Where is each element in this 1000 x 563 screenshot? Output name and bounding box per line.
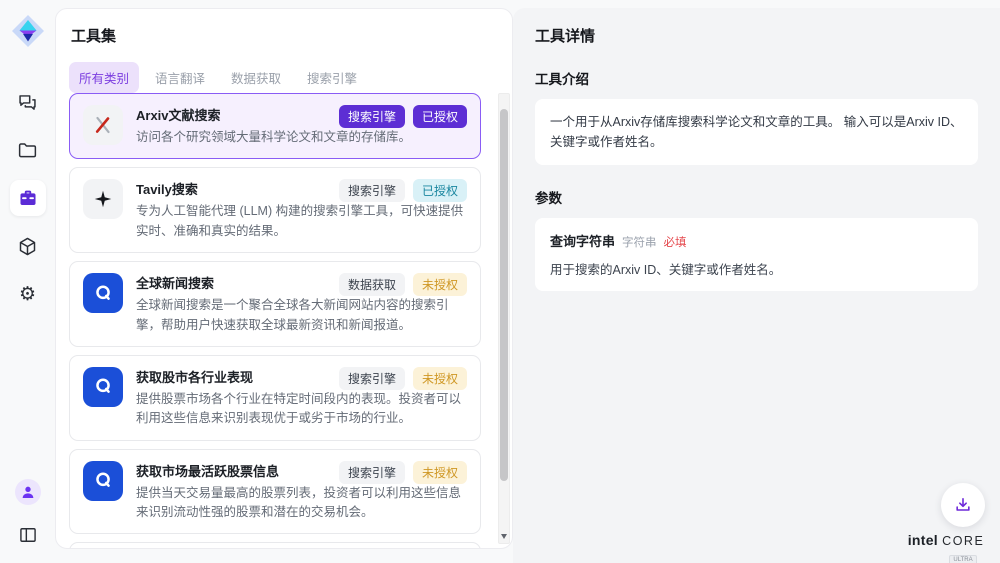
- star-icon: [92, 188, 114, 210]
- intel-core-word: core: [942, 534, 984, 548]
- download-icon: [953, 495, 973, 515]
- category-badge: 搜索引擎: [339, 179, 405, 202]
- tool-card-regional-news-query[interactable]: 万维地区新闻查询 查询具体行政区划内的新闻，快速了解各地新闻动 搜索引擎 未授权: [69, 542, 481, 548]
- intro-text: 一个用于从Arxiv存储库搜索科学论文和文章的工具。 输入可以是Arxiv ID…: [550, 112, 963, 152]
- auth-status-badge: 未授权: [413, 367, 467, 390]
- category-tabs: 所有类别语言翻译数据获取搜索引擎: [69, 62, 367, 93]
- param-card: 查询字符串 字符串 必填 用于搜索的Arxiv ID、关键字或作者姓名。: [535, 218, 978, 291]
- params-heading: 参数: [535, 187, 978, 207]
- tool-card-list: Arxiv文献搜索 访问各个研究领域大量科学论文和文章的存储库。 搜索引擎 已授…: [69, 93, 481, 548]
- app-logo-icon: [9, 12, 47, 50]
- tool-card-stock-sector-performance[interactable]: 获取股市各行业表现 提供股票市场各个行业在特定时间段内的表现。投资者可以利用这些…: [69, 355, 481, 441]
- news-q-icon: [92, 469, 115, 492]
- auth-status-badge: 已授权: [413, 105, 467, 128]
- auth-status-badge: 未授权: [413, 461, 467, 484]
- tool-description: 提供当天交易量最高的股票列表，投资者可以利用这些信息来识别流动性强的股票和潜在的…: [136, 484, 467, 523]
- sidebar: ⚙: [0, 0, 55, 563]
- folder-icon[interactable]: [10, 132, 46, 168]
- scroll-down-icon[interactable]: [499, 530, 509, 542]
- intel-ultra-badge: ultra: [949, 555, 976, 563]
- auth-status-badge: 未授权: [413, 273, 467, 296]
- intel-core-logo: intel core ultra: [904, 532, 988, 563]
- toolbox-icon[interactable]: [10, 180, 46, 216]
- tool-description: 专为人工智能代理 (LLM) 构建的搜索引擎工具，可快速提供实时、准确和真实的结…: [136, 202, 467, 241]
- tab-language-translation[interactable]: 语言翻译: [145, 62, 215, 93]
- user-avatar[interactable]: [15, 479, 41, 505]
- param-required-badge: 必填: [664, 234, 687, 250]
- tool-list-panel: 工具集 所有类别语言翻译数据获取搜索引擎 Arxiv文献搜索 访问各个研究领域大…: [55, 8, 513, 549]
- param-name: 查询字符串: [550, 231, 615, 250]
- cube-icon[interactable]: [10, 228, 46, 264]
- category-badge: 搜索引擎: [339, 367, 405, 390]
- arxiv-logo-icon: [91, 113, 115, 137]
- news-q-icon: [92, 375, 115, 398]
- tab-search-engine[interactable]: 搜索引擎: [297, 62, 367, 93]
- scrollbar-thumb[interactable]: [500, 109, 508, 481]
- tool-card-tavily-search[interactable]: Tavily搜索 专为人工智能代理 (LLM) 构建的搜索引擎工具，可快速提供实…: [69, 167, 481, 253]
- detail-title: 工具详情: [535, 25, 978, 46]
- download-button[interactable]: [941, 483, 985, 527]
- tab-all-categories[interactable]: 所有类别: [69, 62, 139, 93]
- param-type: 字符串: [622, 234, 657, 250]
- chat-icon[interactable]: [10, 84, 46, 120]
- tool-description: 全球新闻搜索是一个聚合全球各大新闻网站内容的搜索引擎，帮助用户快速获取全球最新资…: [136, 296, 467, 335]
- page-title: 工具集: [71, 25, 116, 46]
- auth-status-badge: 已授权: [413, 179, 467, 202]
- tab-data-fetching[interactable]: 数据获取: [221, 62, 291, 93]
- collapse-panel-icon[interactable]: [10, 517, 46, 553]
- scrollbar[interactable]: [498, 93, 510, 544]
- category-badge: 搜索引擎: [339, 461, 405, 484]
- tool-card-most-active-stocks[interactable]: 获取市场最活跃股票信息 提供当天交易量最高的股票列表，投资者可以利用这些信息来识…: [69, 449, 481, 535]
- app-window: ⚙ 工具集 所有类别语言翻译数据获取搜索引擎 Arxiv文献搜索 访问各个研究领…: [0, 0, 1000, 563]
- tool-detail-panel: 工具详情 工具介绍 一个用于从Arxiv存储库搜索科学论文和文章的工具。 输入可…: [513, 8, 1000, 563]
- param-desc: 用于搜索的Arxiv ID、关键字或作者姓名。: [550, 259, 963, 278]
- news-q-icon: [92, 282, 115, 305]
- tool-description: 访问各个研究领域大量科学论文和文章的存储库。: [136, 128, 467, 147]
- intro-card: 一个用于从Arxiv存储库搜索科学论文和文章的工具。 输入可以是Arxiv ID…: [535, 99, 978, 165]
- intel-word: intel: [908, 532, 938, 548]
- tool-card-arxiv-search[interactable]: Arxiv文献搜索 访问各个研究领域大量科学论文和文章的存储库。 搜索引擎 已授…: [69, 93, 481, 159]
- scroll-up-icon[interactable]: [499, 95, 509, 107]
- tool-card-global-news-search[interactable]: 全球新闻搜索 全球新闻搜索是一个聚合全球各大新闻网站内容的搜索引擎，帮助用户快速…: [69, 261, 481, 347]
- category-badge: 数据获取: [339, 273, 405, 296]
- category-badge: 搜索引擎: [339, 105, 405, 128]
- intro-heading: 工具介绍: [535, 68, 978, 88]
- tool-description: 提供股票市场各个行业在特定时间段内的表现。投资者可以利用这些信息来识别表现优于或…: [136, 390, 467, 429]
- gear-icon[interactable]: ⚙: [10, 276, 46, 312]
